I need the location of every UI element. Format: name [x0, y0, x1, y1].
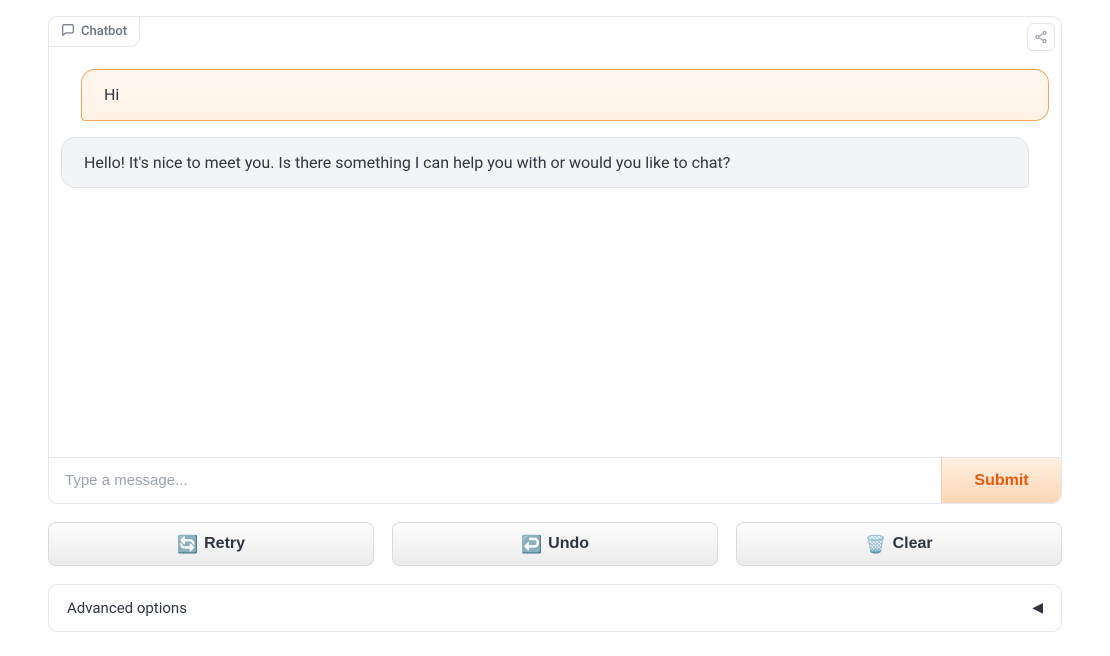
clear-icon: 🗑️	[865, 536, 886, 553]
undo-icon: ↩️	[521, 536, 542, 553]
chat-card: Chatbot Hi Hello! It's nice to meet you.…	[48, 16, 1062, 504]
message-assistant: Hello! It's nice to meet you. Is there s…	[61, 137, 1029, 189]
app-root: Chatbot Hi Hello! It's nice to meet you.…	[0, 0, 1110, 656]
message-input[interactable]	[49, 458, 941, 503]
undo-button[interactable]: ↩️ Undo	[392, 522, 718, 566]
chatbot-tab-label: Chatbot	[81, 25, 127, 38]
chatbot-tab[interactable]: Chatbot	[48, 16, 140, 47]
message-text: Hello! It's nice to meet you. Is there s…	[84, 153, 730, 172]
chat-icon	[61, 23, 75, 40]
advanced-options-toggle[interactable]: Advanced options ◀	[48, 584, 1062, 632]
message-user: Hi	[81, 69, 1049, 121]
clear-button[interactable]: 🗑️ Clear	[736, 522, 1062, 566]
share-button[interactable]	[1027, 23, 1055, 51]
submit-button[interactable]: Submit	[941, 458, 1061, 503]
retry-icon: 🔄	[177, 536, 198, 553]
advanced-options-label: Advanced options	[67, 599, 187, 617]
share-icon	[1034, 30, 1048, 44]
caret-left-icon: ◀	[1032, 600, 1043, 616]
clear-label: Clear	[893, 535, 933, 553]
message-text: Hi	[104, 85, 119, 104]
input-row: Submit	[49, 457, 1061, 503]
action-row: 🔄 Retry ↩️ Undo 🗑️ Clear	[48, 522, 1062, 566]
retry-label: Retry	[204, 535, 245, 553]
messages-area: Hi Hello! It's nice to meet you. Is ther…	[49, 17, 1061, 457]
retry-button[interactable]: 🔄 Retry	[48, 522, 374, 566]
undo-label: Undo	[548, 535, 589, 553]
